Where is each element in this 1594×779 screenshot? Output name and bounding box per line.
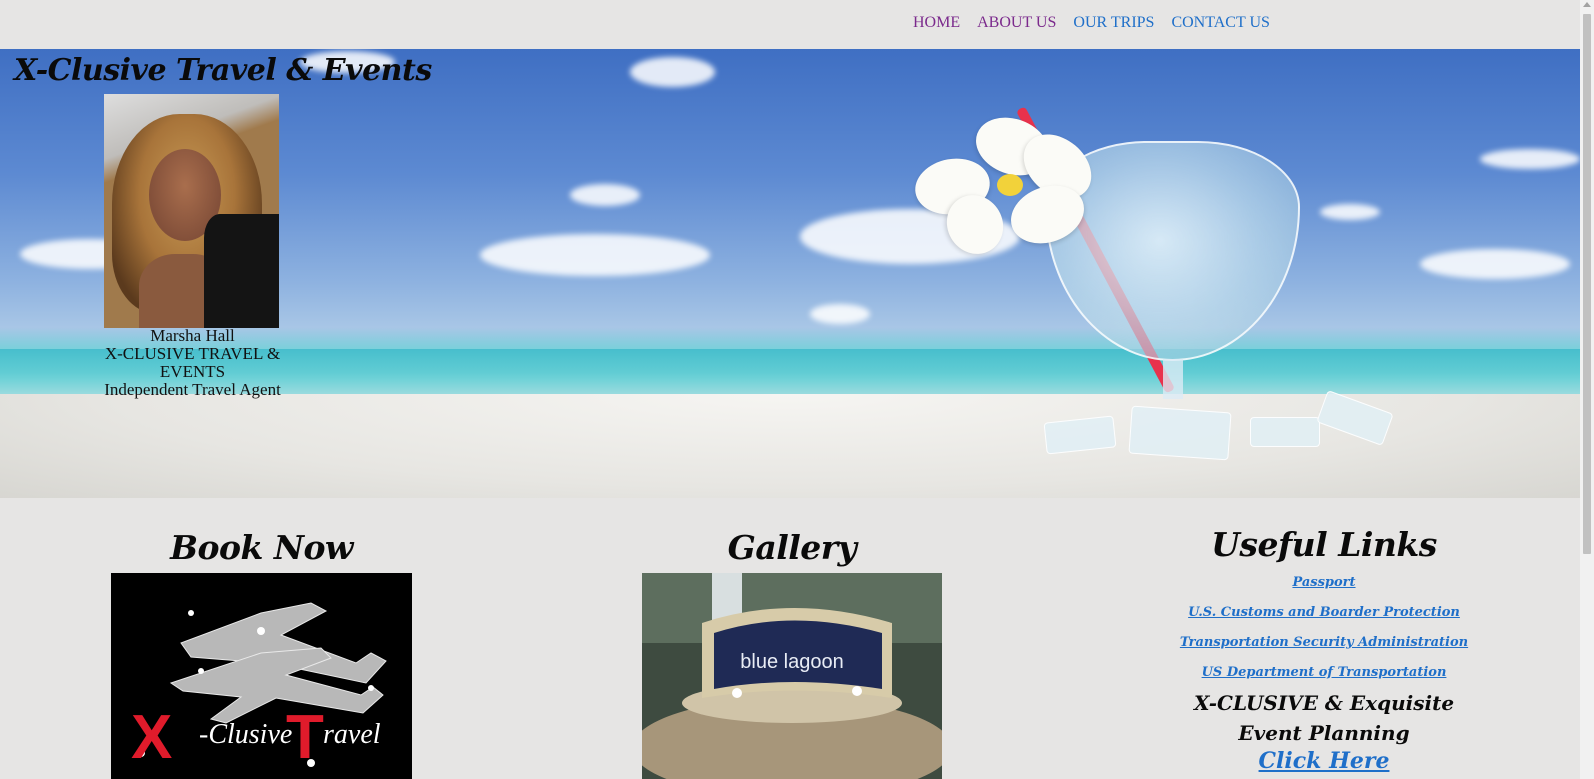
photo-top xyxy=(204,214,279,328)
agent-photo xyxy=(104,94,279,328)
book-now-heading: Book Now xyxy=(170,528,353,567)
airplane-logo: X -Clusive T ravel xyxy=(111,573,412,779)
logo-ravel: ravel xyxy=(323,719,381,750)
vertical-scrollbar[interactable] xyxy=(1580,0,1594,779)
agent-caption: Marsha Hall X-CLUSIVE TRAVEL & EVENTS In… xyxy=(100,327,285,399)
logo-x: X xyxy=(131,703,172,772)
agent-company: X-CLUSIVE TRAVEL & EVENTS xyxy=(104,344,281,381)
cloud xyxy=(810,304,870,324)
logo-t: T xyxy=(286,703,324,772)
link-us-dot[interactable]: US Department of Transportation xyxy=(1150,665,1498,681)
event-planning-tagline: X-CLUSIVE & Exquisite Event Planning xyxy=(1150,688,1498,748)
logo-clusive: -Clusive xyxy=(199,719,292,750)
plumeria-flower xyxy=(910,107,1104,265)
useful-links-list: Passport U.S. Customs and Boarder Protec… xyxy=(1150,575,1498,695)
flower-center xyxy=(997,174,1023,196)
main-nav: HOME ABOUT US OUR TRIPS CONTACT US xyxy=(913,14,1270,32)
hero-banner: X-Clusive Travel & Events Marsha Hall X-… xyxy=(0,49,1580,498)
nav-about-us[interactable]: ABOUT US xyxy=(977,14,1056,32)
click-here-link[interactable]: Click Here xyxy=(1150,748,1498,774)
tagline-line-1: X-CLUSIVE & Exquisite xyxy=(1193,691,1455,715)
top-bar: HOME ABOUT US OUR TRIPS CONTACT US xyxy=(0,0,1580,49)
agent-name: Marsha Hall xyxy=(150,326,235,345)
book-now-logo-image[interactable]: X -Clusive T ravel xyxy=(111,573,412,779)
nav-home[interactable]: HOME xyxy=(913,14,960,32)
link-customs-border-protection[interactable]: U.S. Customs and Boarder Protection xyxy=(1150,605,1498,621)
gallery-image[interactable]: blue lagoon xyxy=(642,573,942,779)
link-tsa[interactable]: Transportation Security Administration xyxy=(1150,635,1498,651)
site-title: X-Clusive Travel & Events xyxy=(14,53,432,88)
nav-our-trips[interactable]: OUR TRIPS xyxy=(1073,14,1154,32)
scroll-up-icon[interactable] xyxy=(1583,2,1591,7)
cloud xyxy=(570,184,640,206)
ice-cube xyxy=(1250,417,1320,447)
useful-links-heading: Useful Links xyxy=(1211,525,1437,564)
cloud xyxy=(1420,249,1570,279)
blue-lagoon-sign-image: blue lagoon xyxy=(642,573,942,779)
cloud xyxy=(630,57,715,87)
cloud xyxy=(1480,149,1580,169)
ice-cube xyxy=(1128,405,1232,461)
glass-stem xyxy=(1163,359,1183,399)
link-passport[interactable]: Passport xyxy=(1150,575,1498,591)
scrollbar-thumb[interactable] xyxy=(1583,14,1591,554)
cloud xyxy=(480,234,710,276)
nav-contact-us[interactable]: CONTACT US xyxy=(1171,14,1269,32)
tagline-line-2: Event Planning xyxy=(1238,721,1410,745)
agent-role: Independent Travel Agent xyxy=(104,380,281,399)
sign-text: blue lagoon xyxy=(740,651,843,673)
gallery-heading: Gallery xyxy=(727,528,857,567)
cloud xyxy=(1320,204,1380,220)
